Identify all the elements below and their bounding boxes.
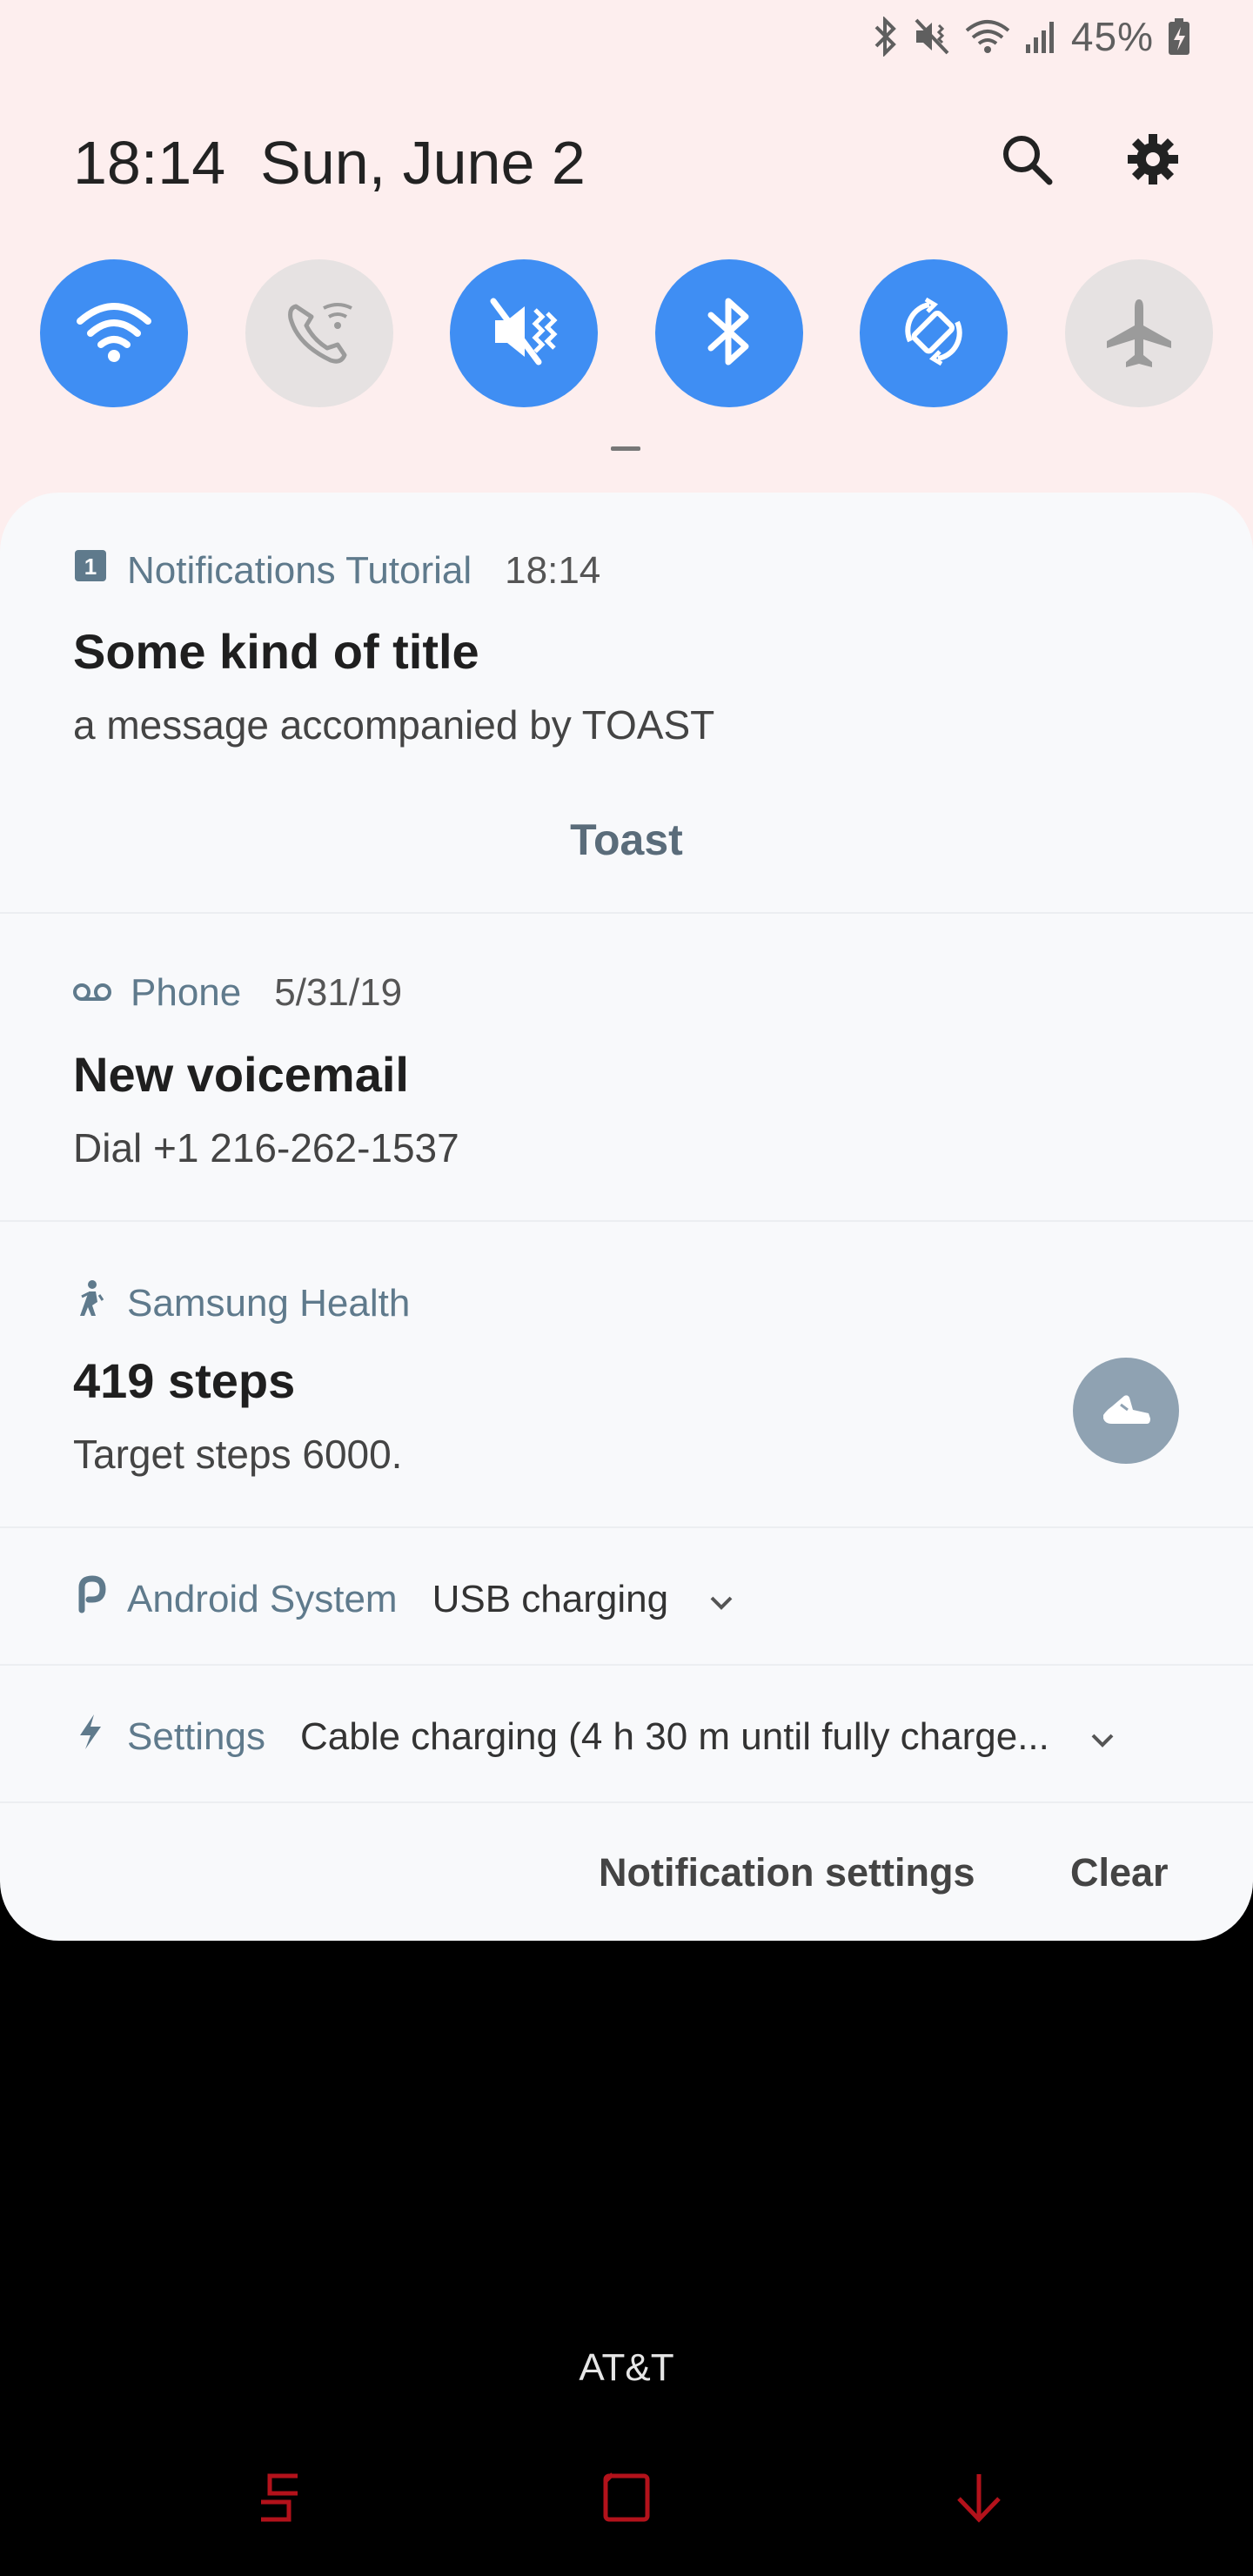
- battery-charging-icon: [1166, 17, 1192, 57]
- vibrate-mute-icon: [485, 292, 563, 375]
- panel-footer: Notification settings Clear: [0, 1836, 1253, 1906]
- wifi-icon: [963, 17, 1012, 57]
- clock-time: 18:14: [73, 129, 226, 197]
- notification-header: Settings Cable charging (4 h 30 m until …: [73, 1713, 1116, 1761]
- app-number-icon: 1: [73, 548, 108, 593]
- health-figure-icon: [73, 1279, 108, 1327]
- notification-text: a message accompanied by TOAST: [73, 702, 715, 748]
- notification-text: Dial +1 216-262-1537: [73, 1125, 459, 1171]
- clear-button[interactable]: Clear: [1070, 1850, 1169, 1895]
- app-name: Settings: [127, 1714, 265, 1758]
- mute-vibrate-icon: [913, 17, 951, 57]
- toggle-sound[interactable]: [450, 259, 599, 407]
- auto-rotate-icon: [895, 292, 973, 375]
- signal-icon: [1024, 17, 1059, 57]
- recent-apps-button[interactable]: [240, 2454, 318, 2541]
- toggle-wifi[interactable]: [40, 259, 188, 407]
- lightning-icon: [73, 1713, 108, 1761]
- carrier-label: AT&T: [579, 2346, 674, 2389]
- home-button[interactable]: [588, 2454, 667, 2541]
- app-name: Notifications Tutorial: [127, 548, 472, 592]
- notification-time: 5/31/19: [274, 971, 403, 1014]
- notification-header: 1 Notifications Tutorial 18:14: [73, 548, 600, 593]
- wifi-icon: [75, 297, 153, 371]
- voicemail-icon: [73, 971, 111, 1015]
- notification-samsung-health[interactable]: Samsung Health 419 steps Target steps 60…: [0, 1222, 1253, 1528]
- toggle-bluetooth[interactable]: [654, 259, 803, 407]
- toggle-wifi-calling[interactable]: [245, 259, 393, 407]
- notification-text: Target steps 6000.: [73, 1432, 403, 1477]
- gear-icon[interactable]: [1126, 132, 1180, 191]
- panel-drag-handle[interactable]: [611, 446, 640, 451]
- search-icon[interactable]: [999, 131, 1055, 191]
- notification-header: Phone 5/31/19: [73, 971, 402, 1015]
- svg-text:1: 1: [84, 553, 97, 580]
- notification-text: USB charging: [432, 1577, 669, 1620]
- toast-action-button[interactable]: Toast: [0, 815, 1253, 865]
- app-name: Android System: [127, 1577, 398, 1620]
- notification-title: New voicemail: [73, 1047, 409, 1102]
- notification-header: Samsung Health: [73, 1279, 410, 1327]
- notification-settings-button[interactable]: Notification settings: [599, 1850, 975, 1895]
- toggle-airplane-mode[interactable]: [1064, 259, 1213, 407]
- app-name: Phone: [131, 971, 242, 1014]
- airplane-icon: [1100, 292, 1178, 375]
- notification-title: 419 steps: [73, 1353, 296, 1408]
- wifi-calling-icon: [280, 292, 358, 375]
- notification-title: Some kind of title: [73, 624, 479, 679]
- toggle-auto-rotate[interactable]: [860, 259, 1008, 407]
- notification-text: Cable charging (4 h 30 m until fully cha…: [299, 1714, 1049, 1758]
- date-label: Sun, June 2: [260, 129, 586, 197]
- notification-header: Android System USB charging: [73, 1575, 734, 1623]
- chevron-down-icon[interactable]: [708, 1578, 734, 1621]
- navigation-bar: [0, 2454, 1253, 2559]
- back-arrow-icon[interactable]: [940, 2454, 1018, 2541]
- notification-settings-charging[interactable]: Settings Cable charging (4 h 30 m until …: [0, 1666, 1253, 1803]
- android-p-icon: [73, 1575, 108, 1623]
- shoe-icon: [1073, 1358, 1179, 1464]
- bluetooth-icon: [699, 292, 760, 375]
- app-name: Samsung Health: [127, 1281, 411, 1325]
- notification-tutorial[interactable]: 1 Notifications Tutorial 18:14 Some kind…: [0, 493, 1253, 914]
- notification-time: 18:14: [505, 548, 601, 592]
- header-actions: [999, 122, 1180, 200]
- notification-phone[interactable]: Phone 5/31/19 New voicemail Dial +1 216-…: [0, 914, 1253, 1222]
- chevron-down-icon[interactable]: [1089, 1715, 1116, 1759]
- bluetooth-icon: [871, 17, 901, 57]
- battery-percent: 45%: [1070, 14, 1154, 59]
- quick-toggles: [40, 259, 1213, 407]
- notification-android-system[interactable]: Android System USB charging: [0, 1528, 1253, 1666]
- clock-date: 18:14 Sun, June 2: [73, 124, 586, 202]
- status-bar: 45%: [871, 10, 1192, 63]
